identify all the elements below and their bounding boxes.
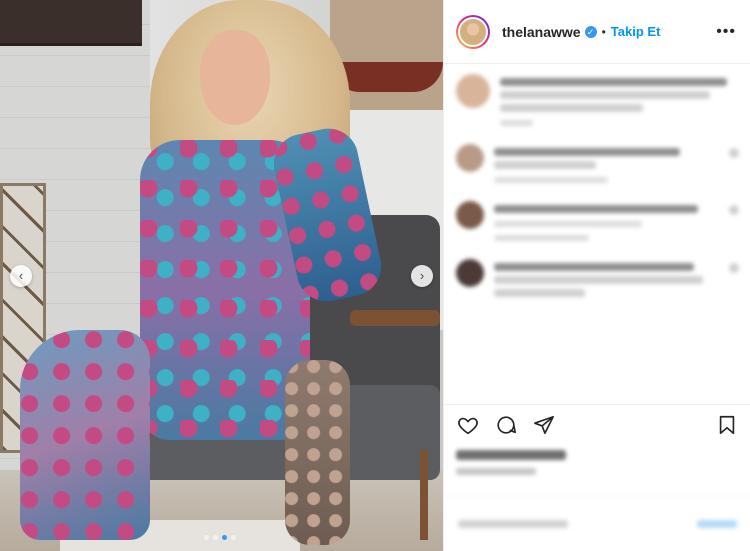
share-icon[interactable] [532,414,556,436]
carousel-next-button[interactable]: › [411,265,433,287]
avatar [456,201,484,229]
verified-badge-icon: ✓ [584,25,597,38]
post-date [456,468,536,475]
heart-icon[interactable] [456,414,480,436]
comments-list [444,64,750,404]
post-comment-button[interactable] [697,520,737,528]
comment-like-icon[interactable] [729,263,739,273]
carousel-prev-button[interactable]: ‹ [10,265,32,287]
post-actions [444,404,750,444]
carousel-dot-active [222,535,227,540]
carousel-dot [213,535,218,540]
caption-row [456,74,739,126]
separator-dot: • [601,24,606,39]
comment-icon[interactable] [494,414,518,436]
comment-row [456,144,739,183]
photo-model-face [200,30,270,125]
comment-row [456,201,739,241]
photo-tv [0,0,142,46]
carousel-indicator [204,535,236,540]
comment-like-icon[interactable] [729,205,739,215]
profile-avatar[interactable] [456,14,490,49]
username-link[interactable]: thelanawwe [502,24,581,40]
add-comment-bar [444,496,750,551]
photo-chair-arm-right [350,310,440,326]
post-side-panel: thelanawwe ✓ • Takip Et ••• [443,0,750,551]
comment-like-icon[interactable] [729,148,739,158]
carousel-dot [204,535,209,540]
comment-input[interactable] [458,520,568,528]
avatar [456,259,484,287]
avatar-image [458,16,488,47]
photo-model-leg [20,330,150,540]
bookmark-icon[interactable] [715,414,739,436]
follow-button[interactable]: Takip Et [611,24,661,39]
avatar [456,144,484,172]
carousel-dot [231,535,236,540]
post-photo[interactable]: ‹ › [0,0,443,551]
photo-model-leg [285,360,350,545]
post-header: thelanawwe ✓ • Takip Et ••• [444,0,750,64]
likes-count[interactable] [456,450,566,460]
more-options-icon[interactable]: ••• [716,23,736,41]
avatar [456,74,490,108]
comment-row [456,259,739,302]
photo-chair-leg [420,450,428,540]
